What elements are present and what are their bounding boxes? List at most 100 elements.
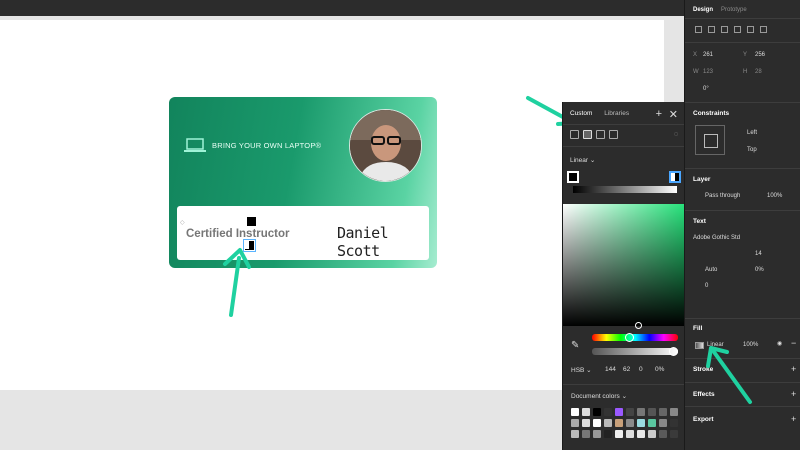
tab-prototype[interactable]: Prototype: [721, 7, 747, 13]
color-swatch[interactable]: [626, 408, 634, 416]
divider: [563, 384, 685, 385]
certified-instructor-text[interactable]: Certified Instructor: [186, 228, 290, 240]
color-cursor[interactable]: [635, 322, 642, 329]
font-size-input[interactable]: 14: [755, 251, 762, 257]
color-swatch[interactable]: [615, 408, 623, 416]
signature-text: Daniel Scott: [337, 224, 389, 260]
constraint-widget[interactable]: [695, 125, 725, 155]
color-swatch[interactable]: [571, 408, 579, 416]
font-family-select[interactable]: Adobe Gothic Std: [693, 235, 740, 241]
gradient-bar[interactable]: [573, 186, 677, 193]
video-fill-icon[interactable]: [609, 130, 618, 139]
align-left-icon[interactable]: [695, 26, 702, 33]
color-swatch[interactable]: [637, 419, 645, 427]
alpha-value[interactable]: 0%: [655, 366, 664, 373]
color-swatch[interactable]: [604, 419, 612, 427]
align-middle-icon[interactable]: [747, 26, 754, 33]
color-swatch[interactable]: [659, 419, 667, 427]
w-input[interactable]: 123: [703, 69, 713, 75]
color-swatch[interactable]: [659, 430, 667, 438]
layer-title: Layer: [693, 176, 711, 183]
solid-fill-icon[interactable]: [570, 130, 579, 139]
color-swatch[interactable]: [604, 408, 612, 416]
gradient-type-select[interactable]: Linear ⌄: [570, 156, 595, 164]
add-effect-icon[interactable]: +: [791, 389, 796, 399]
color-swatch[interactable]: [582, 419, 590, 427]
rotation-input[interactable]: 0°: [703, 86, 709, 92]
annotation-arrow-handle: [223, 248, 251, 317]
gradient-stop-start[interactable]: [567, 171, 579, 183]
color-swatch[interactable]: [659, 408, 667, 416]
color-swatch[interactable]: [593, 430, 601, 438]
top-ruler: [0, 0, 684, 16]
align-top-icon[interactable]: [734, 26, 741, 33]
color-swatch[interactable]: [648, 419, 656, 427]
layer-opacity[interactable]: 100%: [767, 193, 782, 199]
w-label: W: [693, 69, 699, 75]
color-swatch[interactable]: [604, 430, 612, 438]
letter-spacing-input[interactable]: 0%: [755, 267, 764, 273]
constraint-vertical[interactable]: Top: [747, 147, 757, 153]
eye-icon[interactable]: ◉: [777, 340, 782, 347]
eyedropper-icon[interactable]: ✎: [571, 340, 579, 351]
tab-custom[interactable]: Custom: [570, 110, 592, 117]
color-swatch[interactable]: [670, 408, 678, 416]
x-label: X: [693, 52, 698, 58]
alpha-slider[interactable]: [592, 348, 678, 355]
divider: [685, 42, 800, 43]
h-input[interactable]: 28: [755, 69, 762, 75]
color-swatch[interactable]: [648, 430, 656, 438]
gradient-handle-start[interactable]: [247, 217, 256, 226]
text-layer-marker: ◇: [180, 220, 185, 226]
image-fill-icon[interactable]: [596, 130, 605, 139]
color-swatch[interactable]: [582, 408, 590, 416]
tab-libraries[interactable]: Libraries: [604, 110, 629, 117]
color-picker-popover[interactable]: Custom Libraries + ✕ ◌ Linear ⌄ ✎ HSB ⌄ …: [562, 102, 685, 450]
hue-knob[interactable]: [625, 333, 634, 342]
color-swatch[interactable]: [637, 430, 645, 438]
close-icon[interactable]: ✕: [669, 108, 678, 121]
color-swatch[interactable]: [615, 419, 623, 427]
color-swatch[interactable]: [670, 430, 678, 438]
alignment-toolbar: [695, 26, 767, 33]
hue-slider[interactable]: [592, 334, 678, 341]
color-swatch[interactable]: [582, 430, 590, 438]
remove-fill-icon[interactable]: −: [791, 338, 796, 348]
hue-value[interactable]: 144: [605, 366, 616, 373]
color-swatch[interactable]: [626, 419, 634, 427]
gradient-stop-end[interactable]: [669, 171, 681, 183]
align-bottom-icon[interactable]: [760, 26, 767, 33]
gradient-fill-icon[interactable]: [583, 130, 592, 139]
color-swatch[interactable]: [615, 430, 623, 438]
blend-mode-select[interactable]: Pass through: [705, 193, 740, 199]
color-swatch[interactable]: [626, 430, 634, 438]
divider: [685, 210, 800, 211]
saturation-brightness-area[interactable]: [563, 204, 685, 326]
divider: [563, 124, 685, 125]
line-height-input[interactable]: Auto: [705, 267, 717, 273]
saturation-value[interactable]: 62: [623, 366, 630, 373]
x-input[interactable]: 261: [703, 52, 713, 58]
color-swatch[interactable]: [593, 419, 601, 427]
color-mode-select[interactable]: HSB ⌄: [571, 366, 592, 374]
align-right-icon[interactable]: [721, 26, 728, 33]
color-swatch[interactable]: [571, 430, 579, 438]
blend-drop-icon[interactable]: ◌: [674, 131, 678, 138]
tab-design[interactable]: Design: [693, 7, 713, 13]
y-input[interactable]: 256: [755, 52, 765, 58]
document-colors-label[interactable]: Document colors ⌄: [571, 392, 627, 400]
align-center-icon[interactable]: [708, 26, 715, 33]
color-swatch[interactable]: [637, 408, 645, 416]
color-swatch[interactable]: [670, 419, 678, 427]
brightness-value[interactable]: 0: [639, 366, 643, 373]
add-style-button[interactable]: +: [656, 108, 662, 120]
alpha-knob[interactable]: [669, 347, 678, 356]
add-export-icon[interactable]: +: [791, 414, 796, 424]
certificate-card[interactable]: BRING YOUR OWN LAPTOP® ◇ Certified Instr…: [169, 97, 437, 268]
color-swatch[interactable]: [571, 419, 579, 427]
constraint-horizontal[interactable]: Left: [747, 130, 757, 136]
add-stroke-icon[interactable]: +: [791, 364, 796, 374]
color-swatch[interactable]: [593, 408, 601, 416]
paragraph-spacing-input[interactable]: 0: [705, 283, 708, 289]
color-swatch[interactable]: [648, 408, 656, 416]
